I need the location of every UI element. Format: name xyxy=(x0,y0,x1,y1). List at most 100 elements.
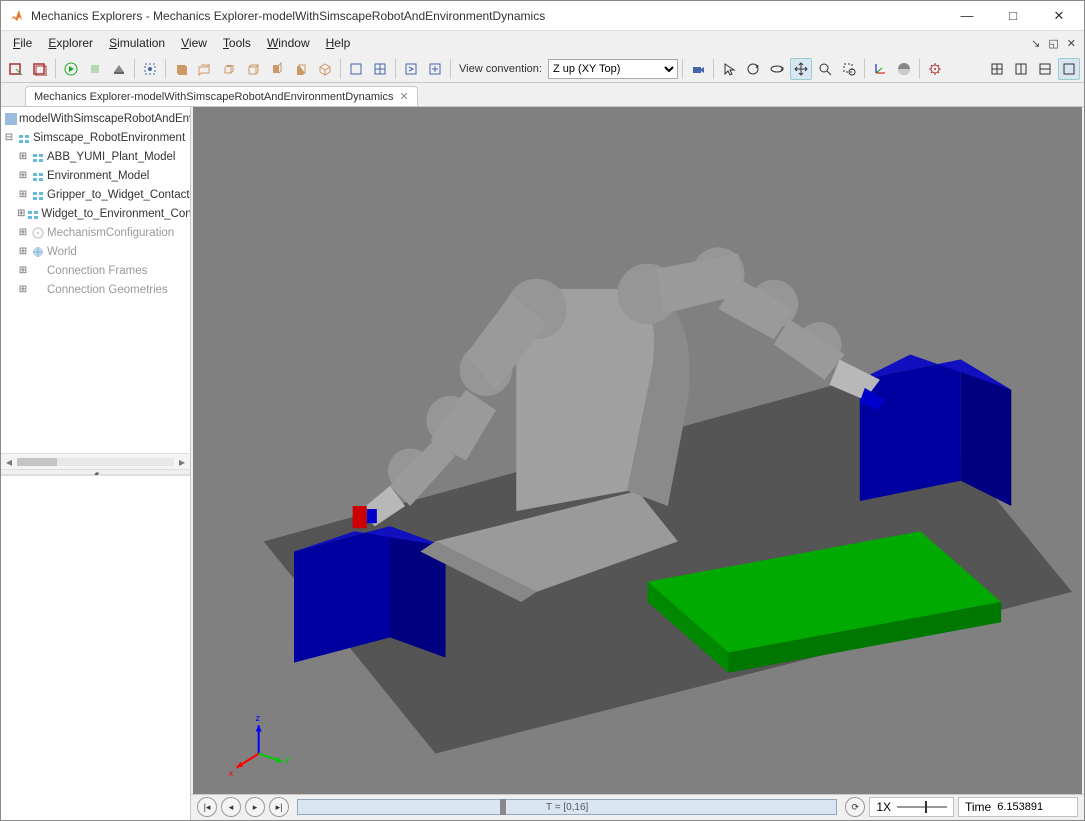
maximize-button[interactable]: □ xyxy=(990,1,1036,31)
view-left-icon[interactable] xyxy=(266,58,288,80)
time-slider-thumb[interactable] xyxy=(500,799,506,815)
layout-quad-icon[interactable] xyxy=(986,58,1008,80)
menu-window[interactable]: Window xyxy=(259,34,318,52)
tile-quad-icon[interactable] xyxy=(369,58,391,80)
layout-horiz-icon[interactable] xyxy=(1010,58,1032,80)
3d-viewport[interactable]: z x y xyxy=(193,107,1082,794)
settings-icon[interactable] xyxy=(924,58,946,80)
refresh-explorer-icon[interactable] xyxy=(5,58,27,80)
expand-right-icon[interactable] xyxy=(400,58,422,80)
layout-single-icon[interactable] xyxy=(1058,58,1080,80)
menu-file[interactable]: File xyxy=(5,34,40,52)
subsystem-icon xyxy=(31,150,45,164)
tree-node-widget[interactable]: ⊞ Widget_to_Environment_Contact xyxy=(3,204,190,223)
menu-simulation[interactable]: Simulation xyxy=(101,34,173,52)
svg-text:x: x xyxy=(228,768,233,778)
step-forward-button[interactable]: ▸| xyxy=(269,797,289,817)
tree-root[interactable]: modelWithSimscapeRobotAndEnvironmentDyna… xyxy=(3,109,190,128)
menubar: File Explorer Simulation View Tools Wind… xyxy=(1,31,1084,55)
dock-minimize-icon[interactable]: ↘ xyxy=(1027,37,1044,50)
skip-start-button[interactable]: |◂ xyxy=(197,797,217,817)
titlebar: Mechanics Explorers - Mechanics Explorer… xyxy=(1,1,1084,31)
time-range-label: T = [0,16] xyxy=(546,802,588,813)
pan-tool-icon[interactable] xyxy=(790,58,812,80)
scroll-thumb[interactable] xyxy=(17,458,57,466)
model-icon xyxy=(5,112,17,126)
subsystem-icon xyxy=(27,207,39,221)
view-convention-select[interactable]: Z up (XY Top) xyxy=(548,59,678,79)
speed-label: 1X xyxy=(876,800,891,814)
stop-icon[interactable] xyxy=(84,58,106,80)
scroll-right-icon[interactable]: ▸ xyxy=(174,455,190,469)
close-button[interactable]: ✕ xyxy=(1036,1,1082,31)
document-tab[interactable]: Mechanics Explorer-modelWithSimscapeRobo… xyxy=(25,86,418,106)
model-tree[interactable]: modelWithSimscapeRobotAndEnvironmentDyna… xyxy=(1,107,190,453)
expand-icon[interactable]: ⊞ xyxy=(17,151,29,162)
loop-button[interactable]: ⟳ xyxy=(845,797,865,817)
expand-icon[interactable]: ⊞ xyxy=(17,284,29,295)
properties-pane xyxy=(1,475,190,820)
menu-explorer[interactable]: Explorer xyxy=(40,34,101,52)
record-icon[interactable] xyxy=(108,58,130,80)
tree-node-frames[interactable]: ⊞ Connection Frames xyxy=(3,261,190,280)
subsystem-icon xyxy=(31,188,45,202)
tree-node-world[interactable]: ⊞ World xyxy=(3,242,190,261)
speed-slider[interactable] xyxy=(897,806,947,808)
tree-hscroll[interactable]: ◂ ▸ xyxy=(1,453,190,469)
tree-node-abb[interactable]: ⊞ ABB_YUMI_Plant_Model xyxy=(3,147,190,166)
view-bottom-icon[interactable] xyxy=(242,58,264,80)
zoom-region-icon[interactable] xyxy=(838,58,860,80)
tab-close-icon[interactable]: ✕ xyxy=(399,90,408,103)
tree-node-geometries[interactable]: ⊞ Connection Geometries xyxy=(3,280,190,299)
explorer-pane: modelWithSimscapeRobotAndEnvironmentDyna… xyxy=(1,107,191,820)
fit-view-icon[interactable] xyxy=(139,58,161,80)
axes-tool-icon[interactable] xyxy=(869,58,891,80)
expand-icon[interactable]: ⊞ xyxy=(17,265,29,276)
expand-icon[interactable]: ⊞ xyxy=(17,189,29,200)
time-slider[interactable]: T = [0,16] xyxy=(297,799,837,815)
refresh-all-icon[interactable] xyxy=(29,58,51,80)
roll-tool-icon[interactable] xyxy=(766,58,788,80)
zoom-tool-icon[interactable] xyxy=(814,58,836,80)
play-icon[interactable] xyxy=(60,58,82,80)
expand-icon[interactable]: ⊞ xyxy=(17,227,29,238)
speed-control[interactable]: 1X xyxy=(869,797,954,817)
view-convention-label: View convention: xyxy=(455,63,546,75)
view-iso-icon[interactable] xyxy=(314,58,336,80)
tile-single-icon[interactable] xyxy=(345,58,367,80)
subsystem-icon xyxy=(17,131,31,145)
layout-vert-icon[interactable] xyxy=(1034,58,1056,80)
view-right-icon[interactable] xyxy=(290,58,312,80)
select-tool-icon[interactable] xyxy=(718,58,740,80)
play-button[interactable]: ▸ xyxy=(245,797,265,817)
step-back-button[interactable]: ◂ xyxy=(221,797,241,817)
dock-undock-icon[interactable]: ◱ xyxy=(1044,37,1062,50)
tree-node-mechanism[interactable]: ⊞ MechanismConfiguration xyxy=(3,223,190,242)
scroll-left-icon[interactable]: ◂ xyxy=(1,455,17,469)
matlab-logo-icon xyxy=(9,8,25,24)
tabbar: Mechanics Explorer-modelWithSimscapeRobo… xyxy=(1,83,1084,107)
perspective-tool-icon[interactable] xyxy=(893,58,915,80)
menu-help[interactable]: Help xyxy=(318,34,359,52)
expand-icon[interactable]: ⊞ xyxy=(17,170,29,181)
view-front-icon[interactable] xyxy=(170,58,192,80)
tree-node-gripper[interactable]: ⊞ Gripper_to_Widget_Contact xyxy=(3,185,190,204)
dock-close-icon[interactable]: ✕ xyxy=(1063,37,1080,50)
collapse-icon[interactable]: ⊟ xyxy=(3,132,15,143)
expand-both-icon[interactable] xyxy=(424,58,446,80)
menu-view[interactable]: View xyxy=(173,34,215,52)
tree-node-simscape[interactable]: ⊟ Simscape_RobotEnvironment xyxy=(3,128,190,147)
view-top-icon[interactable] xyxy=(218,58,240,80)
expand-icon[interactable]: ⊞ xyxy=(17,246,29,257)
expand-icon[interactable]: ⊞ xyxy=(17,208,25,219)
time-value: 6.153891 xyxy=(997,801,1071,813)
rotate-tool-icon[interactable] xyxy=(742,58,764,80)
camera-icon[interactable] xyxy=(687,58,709,80)
time-label: Time xyxy=(965,800,991,814)
minimize-button[interactable]: — xyxy=(944,1,990,31)
content-area: modelWithSimscapeRobotAndEnvironmentDyna… xyxy=(1,107,1084,820)
tree-node-env[interactable]: ⊞ Environment_Model xyxy=(3,166,190,185)
mechanism-icon xyxy=(31,226,45,240)
view-back-icon[interactable] xyxy=(194,58,216,80)
menu-tools[interactable]: Tools xyxy=(215,34,259,52)
